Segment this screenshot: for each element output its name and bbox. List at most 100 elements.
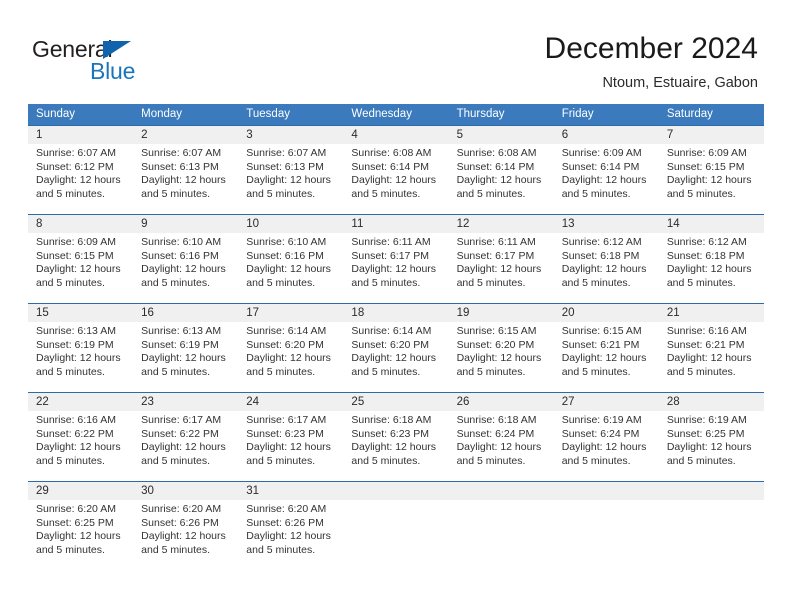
day-cell[interactable]: 8 Sunrise: 6:09 AM Sunset: 6:15 PM Dayli… [28, 215, 134, 303]
sunrise-text: Sunrise: 6:17 AM [141, 414, 222, 426]
day-number [448, 482, 554, 500]
day-details: Sunrise: 6:11 AM Sunset: 6:17 PM Dayligh… [343, 233, 448, 290]
daylight-text: Daylight: 12 hours and 5 minutes. [456, 263, 542, 289]
day-details: Sunrise: 6:17 AM Sunset: 6:22 PM Dayligh… [133, 411, 238, 468]
day-details: Sunrise: 6:19 AM Sunset: 6:25 PM Dayligh… [659, 411, 764, 468]
sunrise-text: Sunrise: 6:17 AM [246, 414, 327, 426]
day-details: Sunrise: 6:11 AM Sunset: 6:17 PM Dayligh… [449, 233, 554, 290]
weekday-header-wednesday: Wednesday [351, 108, 412, 120]
daylight-text: Daylight: 12 hours and 5 minutes. [561, 174, 647, 200]
sunrise-text: Sunrise: 6:11 AM [351, 236, 431, 248]
daylight-text: Daylight: 12 hours and 5 minutes. [141, 530, 226, 556]
daylight-text: Daylight: 12 hours and 5 minutes. [141, 441, 226, 467]
sunrise-text: Sunrise: 6:18 AM [351, 414, 432, 426]
day-cell[interactable]: 27 Sunrise: 6:19 AM Sunset: 6:24 PM Dayl… [553, 393, 659, 481]
sunset-text: Sunset: 6:19 PM [141, 338, 219, 351]
week-row: 8 Sunrise: 6:09 AM Sunset: 6:15 PM Dayli… [28, 214, 764, 303]
day-number: 4 [343, 126, 449, 144]
sunrise-text: Sunrise: 6:13 AM [141, 325, 222, 337]
day-cell[interactable]: 7 Sunrise: 6:09 AM Sunset: 6:15 PM Dayli… [658, 126, 764, 214]
weekday-header-friday: Friday [561, 108, 594, 120]
sunrise-text: Sunrise: 6:15 AM [561, 325, 642, 337]
day-cell[interactable]: 4 Sunrise: 6:08 AM Sunset: 6:14 PM Dayli… [343, 126, 449, 214]
day-details: Sunrise: 6:18 AM Sunset: 6:24 PM Dayligh… [449, 411, 554, 468]
day-cell[interactable]: 25 Sunrise: 6:18 AM Sunset: 6:23 PM Dayl… [343, 393, 449, 481]
day-cell[interactable]: 12 Sunrise: 6:11 AM Sunset: 6:17 PM Dayl… [448, 215, 554, 303]
sunset-text: Sunset: 6:21 PM [666, 338, 745, 351]
daylight-text: Daylight: 12 hours and 5 minutes. [561, 352, 647, 378]
day-cell[interactable]: 13 Sunrise: 6:12 AM Sunset: 6:18 PM Dayl… [553, 215, 659, 303]
daylight-text: Daylight: 12 hours and 5 minutes. [36, 174, 121, 200]
day-cell[interactable]: 26 Sunrise: 6:18 AM Sunset: 6:24 PM Dayl… [448, 393, 554, 481]
sunset-text: Sunset: 6:22 PM [36, 427, 114, 440]
daylight-text: Daylight: 12 hours and 5 minutes. [456, 174, 542, 200]
day-cell[interactable]: 20 Sunrise: 6:15 AM Sunset: 6:21 PM Dayl… [553, 304, 659, 392]
day-cell[interactable]: 30 Sunrise: 6:20 AM Sunset: 6:26 PM Dayl… [133, 482, 239, 570]
general-blue-logo: General Blue [32, 36, 212, 86]
sunrise-text: Sunrise: 6:07 AM [246, 147, 327, 159]
daylight-text: Daylight: 12 hours and 5 minutes. [141, 174, 226, 200]
daylight-text: Daylight: 12 hours and 5 minutes. [666, 263, 752, 289]
day-cell[interactable]: 22 Sunrise: 6:16 AM Sunset: 6:22 PM Dayl… [28, 393, 134, 481]
day-cell-empty [553, 482, 659, 570]
day-cell[interactable]: 9 Sunrise: 6:10 AM Sunset: 6:16 PM Dayli… [133, 215, 239, 303]
day-number: 12 [448, 215, 554, 233]
sunset-text: Sunset: 6:21 PM [561, 338, 640, 351]
day-number: 27 [553, 393, 659, 411]
sunrise-text: Sunrise: 6:08 AM [456, 147, 537, 159]
sunset-text: Sunset: 6:18 PM [666, 249, 745, 262]
daylight-text: Daylight: 12 hours and 5 minutes. [351, 263, 437, 289]
day-cell[interactable]: 15 Sunrise: 6:13 AM Sunset: 6:19 PM Dayl… [28, 304, 134, 392]
daylight-text: Daylight: 12 hours and 5 minutes. [561, 263, 647, 289]
sunset-text: Sunset: 6:16 PM [141, 249, 219, 262]
day-cell[interactable]: 31 Sunrise: 6:20 AM Sunset: 6:26 PM Dayl… [238, 482, 344, 570]
day-details: Sunrise: 6:09 AM Sunset: 6:15 PM Dayligh… [659, 144, 764, 201]
daylight-text: Daylight: 12 hours and 5 minutes. [141, 263, 226, 289]
sunset-text: Sunset: 6:14 PM [456, 160, 535, 173]
sunset-text: Sunset: 6:15 PM [666, 160, 745, 173]
sunset-text: Sunset: 6:13 PM [246, 160, 324, 173]
day-cell[interactable]: 24 Sunrise: 6:17 AM Sunset: 6:23 PM Dayl… [238, 393, 344, 481]
day-cell[interactable]: 3 Sunrise: 6:07 AM Sunset: 6:13 PM Dayli… [238, 126, 344, 214]
day-cell[interactable]: 28 Sunrise: 6:19 AM Sunset: 6:25 PM Dayl… [658, 393, 764, 481]
sunset-text: Sunset: 6:13 PM [141, 160, 219, 173]
day-cell[interactable]: 5 Sunrise: 6:08 AM Sunset: 6:14 PM Dayli… [448, 126, 554, 214]
sunrise-text: Sunrise: 6:20 AM [36, 503, 116, 515]
week-row: 22 Sunrise: 6:16 AM Sunset: 6:22 PM Dayl… [28, 392, 764, 481]
day-cell[interactable]: 21 Sunrise: 6:16 AM Sunset: 6:21 PM Dayl… [658, 304, 764, 392]
day-cell[interactable]: 16 Sunrise: 6:13 AM Sunset: 6:19 PM Dayl… [133, 304, 239, 392]
day-cell[interactable]: 11 Sunrise: 6:11 AM Sunset: 6:17 PM Dayl… [343, 215, 449, 303]
day-number: 18 [343, 304, 449, 322]
day-number: 10 [238, 215, 344, 233]
weekday-header-thursday: Thursday [456, 108, 505, 120]
sunrise-text: Sunrise: 6:14 AM [351, 325, 432, 337]
sunrise-text: Sunrise: 6:09 AM [561, 147, 642, 159]
sunrise-text: Sunrise: 6:12 AM [561, 236, 642, 248]
day-cell[interactable]: 18 Sunrise: 6:14 AM Sunset: 6:20 PM Dayl… [343, 304, 449, 392]
day-details: Sunrise: 6:07 AM Sunset: 6:13 PM Dayligh… [238, 144, 343, 201]
day-details: Sunrise: 6:08 AM Sunset: 6:14 PM Dayligh… [449, 144, 554, 201]
day-number: 28 [658, 393, 764, 411]
logo-triangle-icon [103, 41, 131, 59]
day-cell[interactable]: 10 Sunrise: 6:10 AM Sunset: 6:16 PM Dayl… [238, 215, 344, 303]
day-details: Sunrise: 6:10 AM Sunset: 6:16 PM Dayligh… [238, 233, 343, 290]
day-cell[interactable]: 17 Sunrise: 6:14 AM Sunset: 6:20 PM Dayl… [238, 304, 344, 392]
day-cell[interactable]: 1 Sunrise: 6:07 AM Sunset: 6:12 PM Dayli… [28, 126, 134, 214]
sunset-text: Sunset: 6:20 PM [456, 338, 535, 351]
day-cell[interactable]: 14 Sunrise: 6:12 AM Sunset: 6:18 PM Dayl… [658, 215, 764, 303]
day-cell[interactable]: 6 Sunrise: 6:09 AM Sunset: 6:14 PM Dayli… [553, 126, 659, 214]
day-number: 24 [238, 393, 344, 411]
sunrise-text: Sunrise: 6:09 AM [666, 147, 747, 159]
day-cell[interactable]: 29 Sunrise: 6:20 AM Sunset: 6:25 PM Dayl… [28, 482, 134, 570]
sunrise-text: Sunrise: 6:18 AM [456, 414, 537, 426]
day-cell[interactable]: 19 Sunrise: 6:15 AM Sunset: 6:20 PM Dayl… [448, 304, 554, 392]
day-number: 15 [28, 304, 134, 322]
sunset-text: Sunset: 6:12 PM [36, 160, 114, 173]
day-cell[interactable]: 23 Sunrise: 6:17 AM Sunset: 6:22 PM Dayl… [133, 393, 239, 481]
day-details: Sunrise: 6:15 AM Sunset: 6:20 PM Dayligh… [449, 322, 554, 379]
daylight-text: Daylight: 12 hours and 5 minutes. [36, 352, 121, 378]
day-details: Sunrise: 6:20 AM Sunset: 6:26 PM Dayligh… [133, 500, 238, 557]
day-cell[interactable]: 2 Sunrise: 6:07 AM Sunset: 6:13 PM Dayli… [133, 126, 239, 214]
day-number: 17 [238, 304, 344, 322]
daylight-text: Daylight: 12 hours and 5 minutes. [561, 441, 647, 467]
